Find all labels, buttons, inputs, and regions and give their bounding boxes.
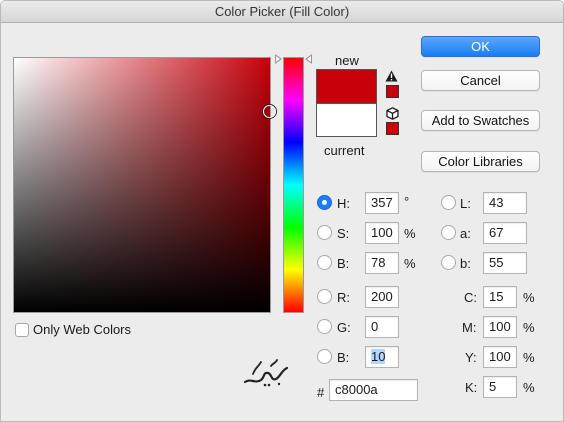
hex-label: # xyxy=(317,385,325,400)
a-channel-input[interactable]: 67 xyxy=(483,222,527,244)
black-unit: % xyxy=(523,380,535,395)
web-safe-swatch[interactable] xyxy=(386,122,399,135)
yellow-label: Y: xyxy=(465,350,477,365)
only-web-colors-label[interactable]: Only Web Colors xyxy=(33,322,131,337)
brightness-input[interactable]: 78 xyxy=(365,252,399,274)
cyan-unit: % xyxy=(523,290,535,305)
b-channel-label: b: xyxy=(460,256,471,271)
black-input[interactable]: 5 xyxy=(483,376,517,398)
radio-hue[interactable] xyxy=(317,195,332,210)
red-label: R: xyxy=(337,290,350,305)
new-color-swatch xyxy=(317,70,376,103)
cancel-button[interactable]: Cancel xyxy=(421,70,540,91)
magenta-unit: % xyxy=(523,320,535,335)
brightness-unit: % xyxy=(404,256,416,271)
magenta-label: M: xyxy=(462,320,477,335)
hue-label: H: xyxy=(337,196,350,211)
brightness-label: B: xyxy=(337,256,350,271)
current-color-swatch[interactable] xyxy=(317,103,376,136)
hue-input[interactable]: 357 xyxy=(365,192,399,214)
web-safe-cube-icon[interactable] xyxy=(386,107,399,120)
color-libraries-button[interactable]: Color Libraries xyxy=(421,151,540,172)
radio-blue[interactable] xyxy=(317,349,332,364)
current-color-label: current xyxy=(324,143,365,158)
yellow-input[interactable]: 100 xyxy=(483,346,517,368)
gamut-warning-icon[interactable] xyxy=(385,70,398,82)
black-label: K: xyxy=(465,380,478,395)
hue-slider-handle-left[interactable] xyxy=(275,54,282,64)
b-channel-input[interactable]: 55 xyxy=(483,252,527,274)
color-preview xyxy=(316,69,377,137)
green-label: G: xyxy=(337,320,351,335)
cyan-label: C: xyxy=(464,290,477,305)
green-input[interactable]: 0 xyxy=(365,316,399,338)
hex-input[interactable]: c8000a xyxy=(329,379,418,401)
red-input[interactable]: 200 xyxy=(365,286,399,308)
radio-brightness[interactable] xyxy=(317,255,332,270)
cyan-input[interactable]: 15 xyxy=(483,286,517,308)
blue-input[interactable]: 10 xyxy=(365,346,399,368)
hue-slider[interactable] xyxy=(283,57,304,313)
radio-b-channel[interactable] xyxy=(441,255,456,270)
watermark-logo xyxy=(243,359,289,387)
radio-green[interactable] xyxy=(317,319,332,334)
saturation-label: S: xyxy=(337,226,350,241)
a-channel-label: a: xyxy=(460,226,471,241)
blue-label: B: xyxy=(337,350,350,365)
color-field-cursor[interactable] xyxy=(263,105,276,118)
only-web-colors-checkbox[interactable] xyxy=(15,323,29,337)
radio-saturation[interactable] xyxy=(317,225,332,240)
saturation-input[interactable]: 100 xyxy=(365,222,399,244)
yellow-unit: % xyxy=(523,350,535,365)
saturation-unit: % xyxy=(404,226,416,241)
color-picker-dialog: Color Picker (Fill Color) new current OK… xyxy=(0,0,564,422)
new-color-label: new xyxy=(335,53,359,68)
hue-unit: ° xyxy=(404,194,410,209)
magenta-input[interactable]: 100 xyxy=(483,316,517,338)
color-field[interactable] xyxy=(13,57,271,313)
lightness-input[interactable]: 43 xyxy=(483,192,527,214)
window-title: Color Picker (Fill Color) xyxy=(1,1,563,23)
lightness-label: L: xyxy=(460,196,471,211)
hue-slider-handle-right[interactable] xyxy=(305,54,312,64)
ok-button[interactable]: OK xyxy=(421,36,540,57)
gamut-warning-swatch[interactable] xyxy=(386,85,399,98)
radio-lightness[interactable] xyxy=(441,195,456,210)
add-to-swatches-button[interactable]: Add to Swatches xyxy=(421,110,540,131)
radio-a-channel[interactable] xyxy=(441,225,456,240)
radio-red[interactable] xyxy=(317,289,332,304)
